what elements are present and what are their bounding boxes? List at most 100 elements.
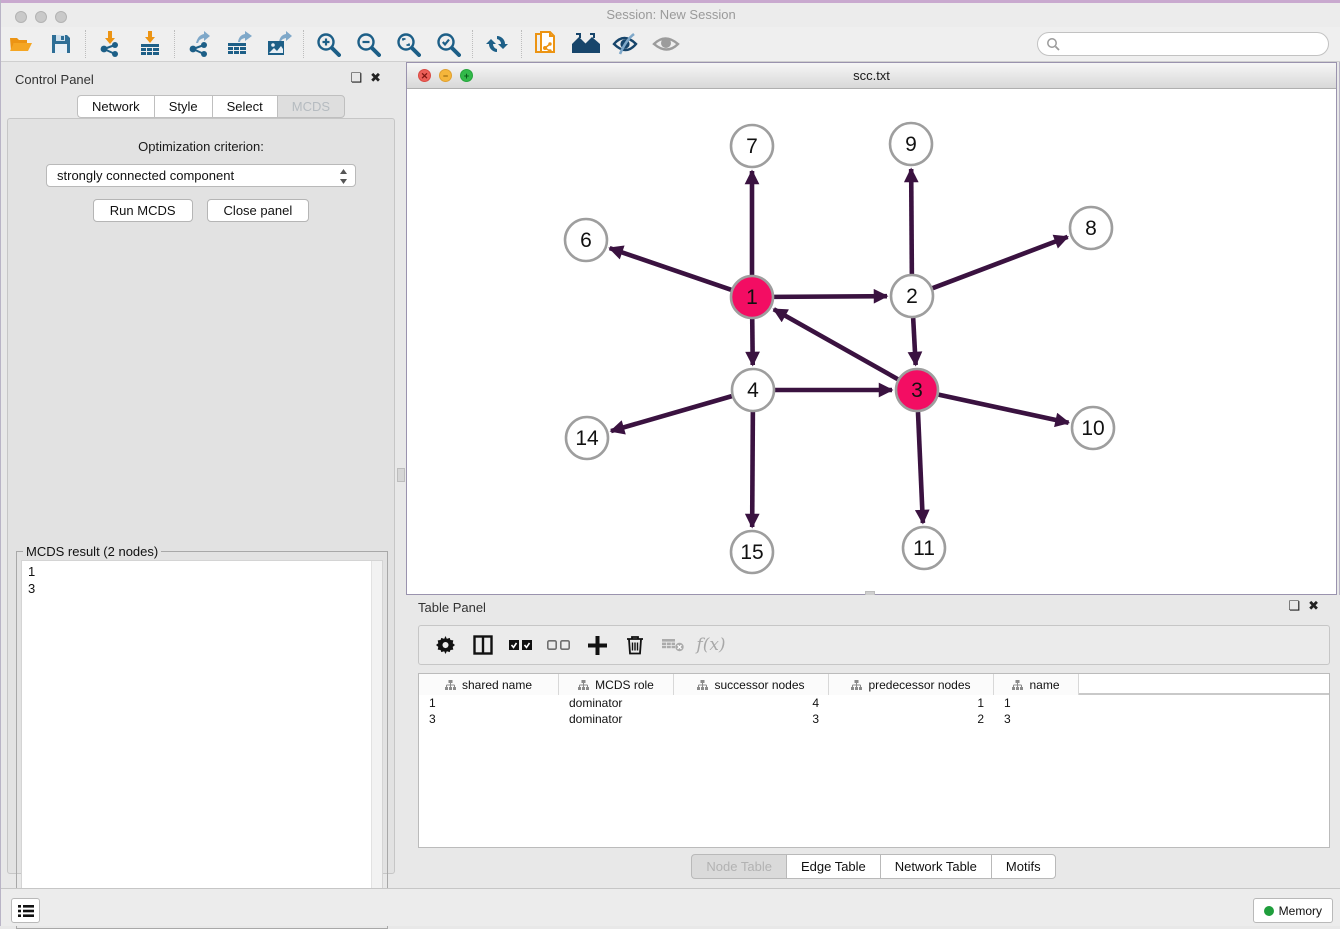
edge-3-1[interactable] bbox=[774, 309, 898, 379]
tab-edge-table[interactable]: Edge Table bbox=[786, 854, 880, 879]
memory-status-icon bbox=[1264, 906, 1274, 916]
optimization-criterion-select[interactable]: strongly connected component bbox=[46, 164, 356, 187]
network-graph[interactable]: 7968124314101511 bbox=[407, 89, 1336, 594]
select-all-columns-icon[interactable] bbox=[505, 630, 537, 660]
zoom-in-icon[interactable] bbox=[308, 29, 348, 59]
node-label-6: 6 bbox=[580, 229, 592, 252]
edge-3-11[interactable] bbox=[918, 412, 923, 523]
import-network-icon[interactable] bbox=[90, 29, 130, 59]
tab-style[interactable]: Style bbox=[154, 95, 212, 118]
node-label-2: 2 bbox=[906, 285, 918, 308]
tab-mcds[interactable]: MCDS bbox=[277, 95, 345, 118]
tab-network[interactable]: Network bbox=[77, 95, 154, 118]
memory-label: Memory bbox=[1279, 904, 1322, 918]
panel-divider-handle[interactable] bbox=[397, 468, 405, 482]
window-title: Session: New Session bbox=[1, 7, 1340, 22]
cell-shared-name[interactable]: 1 bbox=[419, 695, 559, 711]
toolbar-separator bbox=[85, 30, 86, 58]
cell-predecessor-nodes[interactable]: 2 bbox=[829, 711, 994, 727]
zoom-fit-icon[interactable] bbox=[388, 29, 428, 59]
column-header-name[interactable]: name bbox=[994, 674, 1079, 695]
zoom-selected-icon[interactable] bbox=[428, 29, 468, 59]
reset-view-icon[interactable] bbox=[566, 29, 606, 59]
edge-2-3[interactable] bbox=[913, 318, 916, 365]
cell-successor-nodes[interactable]: 4 bbox=[674, 695, 829, 711]
edge-4-15[interactable] bbox=[752, 412, 753, 527]
node-label-14: 14 bbox=[575, 427, 599, 450]
application-window: Session: New Session bbox=[0, 0, 1340, 926]
toolbar-separator bbox=[472, 30, 473, 58]
chevron-up-down-icon bbox=[339, 168, 348, 185]
search-box[interactable] bbox=[1037, 32, 1329, 56]
network-view-window: ✕ − + scc.txt 7968124314101511 bbox=[406, 62, 1337, 595]
import-table-icon[interactable] bbox=[130, 29, 170, 59]
tab-node-table[interactable]: Node Table bbox=[691, 854, 786, 879]
network-window-titlebar[interactable]: ✕ − + scc.txt bbox=[407, 63, 1336, 89]
node-label-8: 8 bbox=[1085, 217, 1097, 240]
edge-1-2[interactable] bbox=[774, 296, 887, 297]
run-mcds-button[interactable]: Run MCDS bbox=[93, 199, 193, 222]
close-panel-button[interactable]: Close panel bbox=[207, 199, 310, 222]
edge-2-8[interactable] bbox=[933, 237, 1068, 288]
export-table-icon[interactable] bbox=[219, 29, 259, 59]
cell-MCDS-role[interactable]: dominator bbox=[559, 695, 674, 711]
status-bar: Memory bbox=[1, 888, 1340, 926]
control-panel-title: Control Panel bbox=[15, 72, 94, 87]
tab-motifs[interactable]: Motifs bbox=[991, 854, 1056, 879]
scrollbar[interactable] bbox=[371, 561, 382, 923]
cell-successor-nodes[interactable]: 3 bbox=[674, 711, 829, 727]
save-session-icon[interactable] bbox=[41, 29, 81, 59]
split-panel-icon[interactable] bbox=[467, 630, 499, 660]
cell-MCDS-role[interactable]: dominator bbox=[559, 711, 674, 727]
show-panel-icon[interactable] bbox=[646, 29, 686, 59]
task-list-icon bbox=[18, 904, 34, 918]
toolbar-separator bbox=[174, 30, 175, 58]
export-network-icon[interactable] bbox=[179, 29, 219, 59]
mcds-result-list[interactable]: 1 3 bbox=[21, 560, 383, 924]
table-header-row: shared nameMCDS rolesuccessor nodesprede… bbox=[419, 674, 1329, 695]
network-canvas[interactable]: 7968124314101511 bbox=[407, 89, 1336, 594]
flag-hierarchy-icon bbox=[851, 680, 862, 690]
float-table-panel-icon[interactable]: ❏ bbox=[1288, 598, 1308, 613]
toolbar-separator bbox=[521, 30, 522, 58]
close-panel-icon[interactable]: ✖ bbox=[370, 70, 389, 85]
delete-columns-icon[interactable] bbox=[619, 630, 651, 660]
table-panel: Table Panel ❏✖ bbox=[406, 595, 1340, 888]
zoom-out-icon[interactable] bbox=[348, 29, 388, 59]
search-input[interactable] bbox=[1060, 34, 1328, 54]
tab-network-table[interactable]: Network Table bbox=[880, 854, 991, 879]
table-row[interactable]: 1dominator411 bbox=[419, 695, 1329, 711]
cell-name[interactable]: 3 bbox=[994, 711, 1079, 727]
memory-button[interactable]: Memory bbox=[1253, 898, 1333, 923]
edge-2-9[interactable] bbox=[911, 169, 912, 274]
edge-1-6[interactable] bbox=[610, 248, 732, 290]
table-tabs: Node TableEdge TableNetwork TableMotifs bbox=[406, 854, 1340, 879]
edge-3-10[interactable] bbox=[939, 395, 1069, 423]
cell-shared-name[interactable]: 3 bbox=[419, 711, 559, 727]
node-label-7: 7 bbox=[746, 135, 758, 158]
optimization-criterion-label: Optimization criterion: bbox=[8, 139, 394, 154]
open-session-icon[interactable] bbox=[1, 29, 41, 59]
edge-4-14[interactable] bbox=[611, 396, 732, 431]
column-header-MCDS-role[interactable]: MCDS role bbox=[559, 674, 674, 695]
table-row[interactable]: 3dominator323 bbox=[419, 711, 1329, 727]
mcds-result-title: MCDS result (2 nodes) bbox=[23, 544, 161, 559]
function-builder-icon: f(x) bbox=[695, 630, 727, 660]
unselect-all-columns-icon[interactable] bbox=[543, 630, 575, 660]
tab-select[interactable]: Select bbox=[212, 95, 277, 118]
export-image-icon[interactable] bbox=[259, 29, 299, 59]
hide-panel-icon[interactable] bbox=[606, 29, 646, 59]
new-network-icon[interactable] bbox=[526, 29, 566, 59]
column-header-successor-nodes[interactable]: successor nodes bbox=[674, 674, 829, 695]
column-header-shared-name[interactable]: shared name bbox=[419, 674, 559, 695]
close-table-panel-icon[interactable]: ✖ bbox=[1308, 598, 1327, 613]
add-column-icon[interactable] bbox=[581, 630, 613, 660]
table-settings-icon[interactable] bbox=[429, 630, 461, 660]
column-header-predecessor-nodes[interactable]: predecessor nodes bbox=[829, 674, 994, 695]
show-task-history-button[interactable] bbox=[11, 898, 40, 923]
node-table[interactable]: shared nameMCDS rolesuccessor nodesprede… bbox=[418, 673, 1330, 848]
float-panel-icon[interactable]: ❏ bbox=[350, 70, 370, 85]
cell-name[interactable]: 1 bbox=[994, 695, 1079, 711]
cell-predecessor-nodes[interactable]: 1 bbox=[829, 695, 994, 711]
apply-layout-icon[interactable] bbox=[477, 29, 517, 59]
